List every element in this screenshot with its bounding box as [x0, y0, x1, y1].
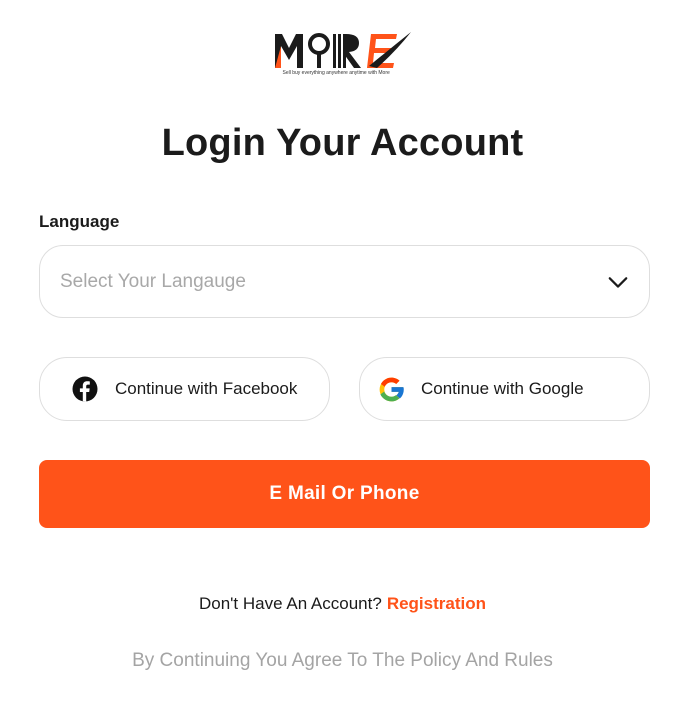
language-select[interactable]: Select Your Langauge	[39, 245, 650, 318]
language-select-placeholder: Select Your Langauge	[60, 270, 246, 292]
continue-with-facebook-button[interactable]: Continue with Facebook	[39, 357, 330, 421]
logo-container: Sell buy everything anywhere anytime wit…	[0, 28, 685, 80]
google-icon	[379, 377, 405, 401]
account-prompt-text: Don't Have An Account?	[199, 594, 382, 613]
brand-logo: Sell buy everything anywhere anytime wit…	[273, 28, 413, 80]
registration-link[interactable]: Registration	[387, 594, 486, 613]
email-or-phone-button-label: E Mail Or Phone	[269, 483, 420, 504]
email-or-phone-button[interactable]: E Mail Or Phone	[39, 460, 650, 528]
chevron-down-icon	[608, 276, 628, 288]
continue-with-google-button[interactable]: Continue with Google	[359, 357, 650, 421]
language-label: Language	[39, 212, 120, 231]
policy-notice: By Continuing You Agree To The Policy An…	[132, 650, 553, 671]
facebook-icon	[72, 376, 98, 402]
login-page: Sell buy everything anywhere anytime wit…	[0, 0, 685, 722]
page-title: Login Your Account	[161, 122, 524, 164]
google-button-label: Continue with Google	[421, 379, 584, 398]
account-prompt: Don't Have An Account? Registration	[0, 594, 685, 614]
logo-tagline: Sell buy everything anywhere anytime wit…	[282, 70, 390, 76]
more-logo-mark	[274, 32, 411, 68]
facebook-button-label: Continue with Facebook	[115, 379, 298, 398]
